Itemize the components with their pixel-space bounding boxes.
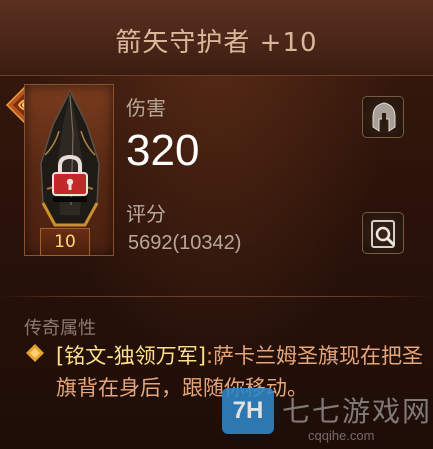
item-level-badge: 10 [40, 228, 90, 256]
spartan-helmet-icon [372, 102, 396, 132]
item-tooltip: 箭矢守护者 +10 10 伤害 320 评分 5692(10342) 传奇属性 … [0, 0, 433, 449]
score-value: 5692(10342) [128, 232, 242, 254]
score-label: 评分 [126, 202, 166, 226]
legendary-section-title: 传奇属性 [24, 318, 96, 339]
inspect-button[interactable] [362, 212, 404, 254]
section-divider [0, 296, 433, 297]
legendary-affix-separator: : [205, 344, 214, 368]
magnify-icon [371, 220, 396, 248]
item-name: 箭矢守护者 +10 [115, 28, 318, 58]
watermark-name: 七七游戏网 [282, 395, 433, 428]
lock-icon [52, 154, 88, 196]
damage-label: 伤害 [126, 96, 166, 120]
class-helmet-button[interactable] [362, 96, 404, 138]
watermark-logo: 7H [222, 388, 274, 434]
tooltip-header: 箭矢守护者 +10 [0, 0, 433, 76]
damage-value: 320 [126, 126, 200, 175]
diamond-bullet-icon [26, 344, 44, 362]
watermark-url: cqqihe.com [308, 428, 375, 443]
site-watermark: 7H 七七游戏网 cqqihe.com [222, 384, 433, 449]
legendary-affix-name: [铭文-独领万军] [56, 344, 206, 368]
